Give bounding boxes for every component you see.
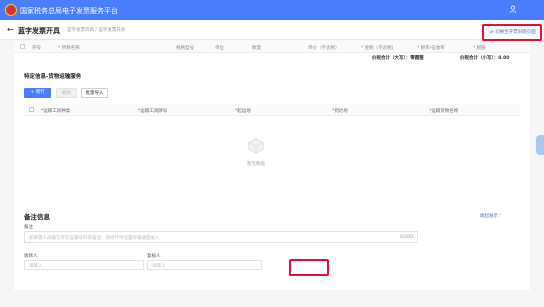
col-origin: *起运地 bbox=[235, 109, 251, 114]
tax-emblem-logo bbox=[5, 4, 17, 16]
items-table-header: 序号 * 项目名称 规格型号 单位 数量 单价（不含税） * 金额（不含税） *… bbox=[14, 41, 530, 53]
page-bottom-gap bbox=[0, 290, 544, 307]
col-cargo-name: *运输货物名称 bbox=[429, 109, 459, 114]
reviewer-placeholder: 请输入 bbox=[152, 264, 166, 269]
remarks-section-title: 备注信息 bbox=[24, 213, 50, 221]
select-all-checkbox[interactable] bbox=[20, 44, 25, 49]
col-tax-rate: * 税率/征收率 bbox=[417, 46, 445, 51]
transport-select-all-checkbox[interactable] bbox=[29, 107, 34, 112]
col-destination: *到达地 bbox=[332, 109, 348, 114]
empty-state-text: 暂无数据 bbox=[247, 162, 265, 167]
remark-label: 备注 bbox=[24, 225, 33, 230]
transport-section-title: 特定信息-货物运输服务 bbox=[24, 74, 82, 80]
col-tax: * 税额 bbox=[473, 46, 486, 51]
top-navbar: 国家税务总局电子发票服务平台 bbox=[0, 0, 544, 20]
reviewer-input[interactable]: 请输入 bbox=[147, 260, 262, 270]
switch-version-button[interactable]: ⇌ 切换至开票旧版页面 bbox=[482, 24, 542, 41]
page-title: 蓝字发票开具 bbox=[18, 27, 60, 35]
reviewer-label: 复核人 bbox=[147, 254, 161, 259]
col-vehicle-type: *运输工具种类 bbox=[41, 109, 71, 114]
arrow-left-icon[interactable]: ← bbox=[7, 25, 14, 34]
payee-label: 收款人 bbox=[24, 254, 38, 259]
col-vehicle-plate: *运输工具牌号 bbox=[138, 109, 168, 114]
page-header: ← 蓝字发票开具 蓝字发票开具 / 蓝字发票开具 bbox=[0, 20, 544, 40]
invoice-form-panel: 序号 * 项目名称 规格型号 单位 数量 单价（不含税） * 金额（不含税） *… bbox=[14, 41, 530, 305]
empty-box-icon bbox=[248, 138, 264, 154]
platform-title: 国家税务总局电子发票服务平台 bbox=[20, 7, 118, 15]
floating-helper-widget[interactable] bbox=[536, 135, 544, 155]
col-index: 序号 bbox=[32, 46, 41, 51]
payee-placeholder: 请输入 bbox=[29, 264, 43, 269]
payee-input[interactable]: 请输入 bbox=[24, 260, 144, 270]
transport-table-header: *运输工具种类 *运输工具牌号 *起运地 *到达地 *运输货物名称 bbox=[24, 104, 520, 116]
issue-highlight-box bbox=[289, 259, 329, 276]
col-item-name: * 项目名称 bbox=[58, 46, 80, 51]
col-qty: 数量 bbox=[252, 46, 261, 51]
col-unit-price: 单价（不含税） bbox=[308, 46, 340, 51]
char-counter: 0/200 bbox=[400, 235, 413, 240]
remark-textarea[interactable]: 如果需人员编写开在运输号码等备注，请修行项设置导输通量录入 0/200 bbox=[24, 231, 418, 243]
breadcrumb: 蓝字发票开具 / 蓝字发票开具 bbox=[67, 28, 126, 33]
collapse-link[interactable]: 收起展示 ˄ bbox=[480, 213, 502, 219]
delete-row-button[interactable]: 删除 bbox=[56, 88, 77, 98]
col-spec: 规格型号 bbox=[176, 46, 194, 51]
col-amount: * 金额（不含税） bbox=[361, 46, 397, 51]
add-row-button[interactable]: + 增行 bbox=[24, 88, 51, 98]
batch-import-button[interactable]: 批量导入 bbox=[81, 88, 108, 98]
remark-placeholder: 如果需人员编写开在运输号码等备注，请修行项设置导输通量录入 bbox=[29, 236, 160, 241]
user-icon[interactable] bbox=[509, 5, 517, 13]
total-uppercase: 价税合计（大写）：零圆整 bbox=[372, 56, 424, 61]
switch-version-label[interactable]: ⇌ 切换至开票旧版页面 bbox=[490, 29, 536, 35]
total-lowercase: 价税合计（小写）：0.00 bbox=[460, 56, 510, 61]
col-unit: 单位 bbox=[215, 46, 224, 51]
